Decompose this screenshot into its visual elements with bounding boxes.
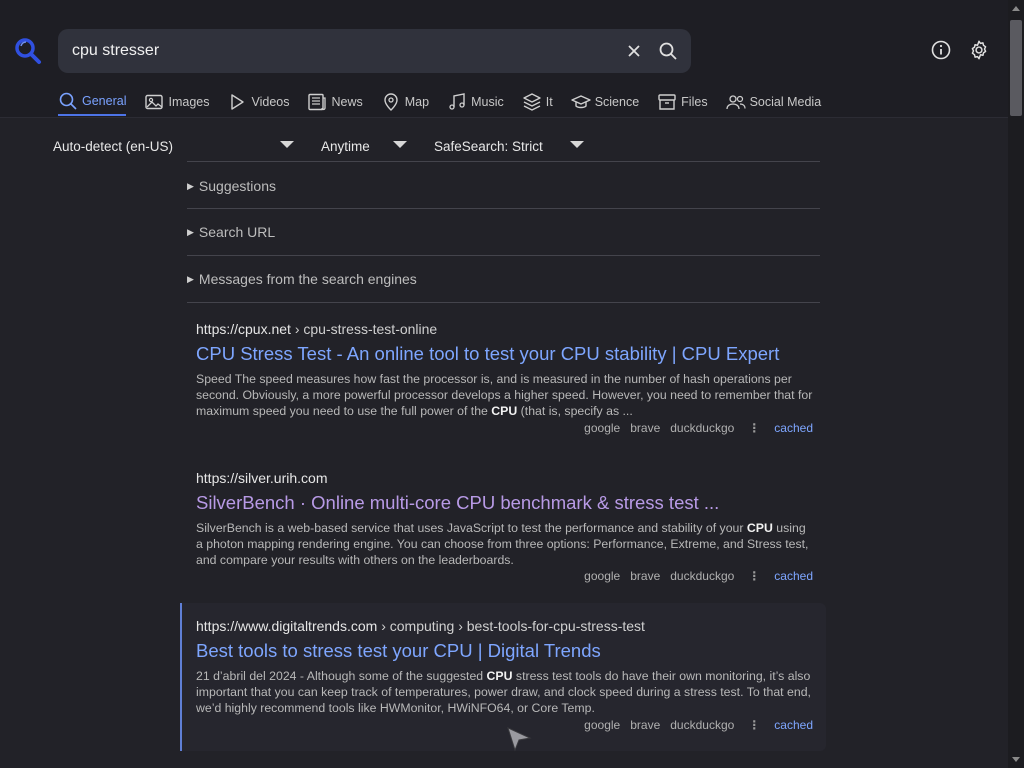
triangle-right-icon: ▶ [187,226,194,237]
tab-news[interactable]: News [307,88,363,116]
engine-messages-label: Messages from the search engines [198,271,417,287]
result-engines: google brave duckduckgo ⋮ cached [574,569,813,583]
suggestions-label: Suggestions [198,178,276,194]
result-path: › cpu-stress-test-online [294,321,438,337]
result-url[interactable]: https://cpux.net › cpu-stress-test-onlin… [196,321,816,337]
search-input[interactable] [72,29,612,73]
tab-label: News [331,95,363,109]
mouse-cursor-icon [507,727,532,752]
result-engines: google brave duckduckgo ⋮ cached [574,421,813,435]
chevron-down-icon[interactable] [570,141,584,148]
language-select[interactable]: Auto-detect (en-US) [53,136,173,156]
search-url-toggle[interactable]: ▶ Search URL [187,224,275,240]
result-host: https://www.digitaltrends.com [196,618,378,634]
result-title-link[interactable]: Best tools to stress test your CPU | Dig… [196,640,816,662]
music-icon [449,93,465,110]
tab-label: Science [594,95,640,109]
header-bar: General Images Videos News Map Music It [0,0,1008,118]
search-result: https://silver.urih.com SilverBench · On… [196,470,816,583]
play-icon [231,94,245,110]
engine-messages-toggle[interactable]: ▶ Messages from the search engines [187,271,417,287]
tab-label: It [545,95,553,109]
tab-label: General [82,94,127,108]
people-icon [725,95,746,110]
triangle-right-icon: ▶ [187,180,194,191]
engine-label: google [584,718,621,732]
tab-general[interactable]: General [58,88,127,116]
result-url[interactable]: https://silver.urih.com [196,470,816,486]
archive-icon [658,94,676,110]
more-vert-icon[interactable]: ⋮ [748,421,760,435]
engine-label: brave [630,718,661,732]
newspaper-icon [308,93,327,111]
info-icon[interactable] [930,39,952,61]
result-snippet: 21 d’abril del 2024 - Although some of t… [196,669,811,715]
more-vert-icon[interactable]: ⋮ [748,718,760,732]
tab-music[interactable]: Music [447,88,504,116]
graduation-cap-icon [570,95,591,109]
tab-images[interactable]: Images [144,88,209,116]
tab-files[interactable]: Files [657,88,708,116]
result-path: › computing › best-tools-for-cpu-stress-… [381,618,645,634]
tab-it[interactable]: It [522,88,553,116]
result-snippet: Speed The speed measures how fast the pr… [196,372,813,418]
tab-social-media[interactable]: Social Media [725,88,822,116]
gear-icon[interactable] [968,39,990,61]
result-title-link[interactable]: CPU Stress Test - An online tool to test… [196,343,816,365]
divider [187,161,820,162]
engine-label: brave [630,421,661,435]
engine-label: duckduckgo [670,569,735,583]
more-vert-icon[interactable]: ⋮ [748,569,760,583]
engine-label: duckduckgo [670,718,735,732]
category-tabs: General Images Videos News Map Music It [58,88,839,118]
tab-label: Map [404,95,430,109]
search-result: https://cpux.net › cpu-stress-test-onlin… [196,321,816,435]
tab-label: Videos [251,95,290,109]
engine-label: google [584,421,621,435]
scroll-up-arrow-icon[interactable] [1012,6,1020,11]
search-icon[interactable] [658,41,678,61]
tab-science[interactable]: Science [570,88,640,116]
safesearch-select[interactable]: SafeSearch: Strict [434,136,543,156]
time-range-select[interactable]: Anytime [321,136,370,156]
engine-label: brave [630,569,661,583]
chevron-down-icon[interactable] [393,141,407,148]
result-host: https://silver.urih.com [196,470,328,486]
cached-link[interactable]: cached [774,421,813,435]
tab-label: Images [168,95,210,109]
tab-label: Social Media [749,95,822,109]
search-url-label: Search URL [198,224,276,240]
triangle-right-icon: ▶ [187,273,194,284]
divider [187,302,820,303]
search-result: https://www.digitaltrends.com › computin… [196,618,816,732]
suggestions-toggle[interactable]: ▶ Suggestions [187,178,276,194]
result-title-link[interactable]: SilverBench · Online multi-core CPU benc… [196,492,816,514]
scroll-thumb[interactable] [1010,20,1022,116]
tab-label: Music [471,95,504,109]
image-icon [145,94,164,110]
divider [187,208,820,209]
layers-icon [523,93,541,111]
divider [187,255,820,256]
search-icon [59,92,77,110]
cached-link[interactable]: cached [774,569,813,583]
engine-label: duckduckgo [670,421,735,435]
chevron-down-icon[interactable] [280,141,294,148]
tab-label: Files [681,95,708,109]
cached-link[interactable]: cached [774,718,813,732]
scrollbar[interactable] [1008,0,1024,768]
close-icon[interactable] [624,41,644,61]
scroll-down-arrow-icon[interactable] [1012,757,1020,762]
result-host: https://cpux.net [196,321,291,337]
result-snippet: SilverBench is a web-based service that … [196,521,809,567]
result-engines: google brave duckduckgo ⋮ cached [574,718,813,732]
map-pin-icon [384,93,398,111]
tab-map[interactable]: Map [381,88,429,116]
engine-label: google [584,569,621,583]
result-url[interactable]: https://www.digitaltrends.com › computin… [196,618,816,634]
searxng-logo-icon[interactable] [14,37,42,65]
search-box [58,29,691,73]
tab-videos[interactable]: Videos [227,88,289,116]
